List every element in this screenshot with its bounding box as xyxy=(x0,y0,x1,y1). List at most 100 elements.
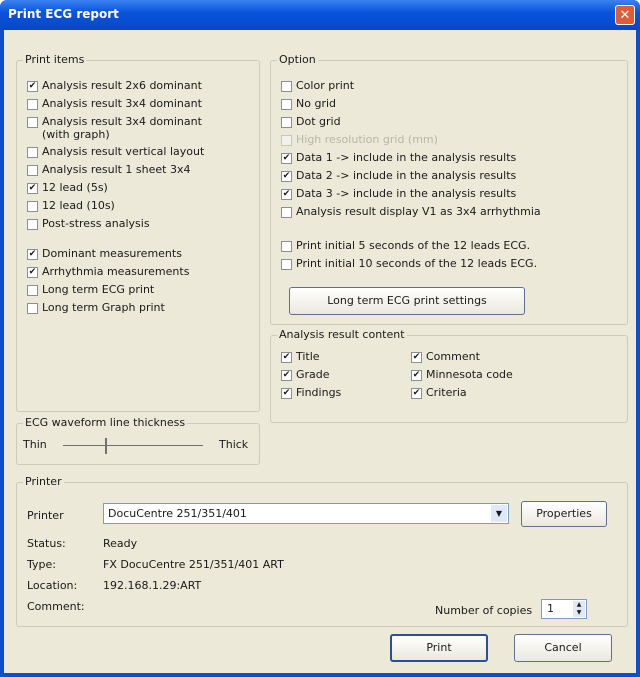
checkbox-box[interactable] xyxy=(281,259,292,270)
print-item-checkbox[interactable]: ✔ Arrhythmia measurements xyxy=(27,265,189,278)
analysis-content-checkbox[interactable]: ✔ Criteria xyxy=(411,386,467,399)
checkbox-box[interactable]: ✔ xyxy=(27,249,38,260)
option-item-checkbox[interactable]: ✔ Data 2 -> include in the analysis resul… xyxy=(281,169,516,182)
option-item-label: High resolution grid (mm) xyxy=(296,133,438,146)
thin-label: Thin xyxy=(23,438,47,451)
checkbox-box[interactable]: ✔ xyxy=(27,267,38,278)
analysis-content-checkbox[interactable]: ✔ Minnesota code xyxy=(411,368,513,381)
analysis-content-checkbox[interactable]: ✔ Comment xyxy=(411,350,480,363)
thickness-group: ECG waveform line thickness Thin Thick xyxy=(16,416,260,465)
checkbox-box[interactable]: ✔ xyxy=(281,388,292,399)
option-item-checkbox: High resolution grid (mm) xyxy=(281,133,438,146)
checkbox-box[interactable] xyxy=(27,99,38,110)
print-item-checkbox[interactable]: Long term Graph print xyxy=(27,301,165,314)
type-value: FX DocuCentre 251/351/401 ART xyxy=(103,558,284,571)
print-item-checkbox[interactable]: Analysis result 3x4 dominant (with graph) xyxy=(27,115,202,141)
checkbox-box[interactable] xyxy=(27,201,38,212)
checkbox-box[interactable]: ✔ xyxy=(281,370,292,381)
checkbox-box[interactable] xyxy=(281,117,292,128)
printer-label: Printer xyxy=(27,509,64,522)
checkbox-box[interactable]: ✔ xyxy=(281,171,292,182)
status-value: Ready xyxy=(103,537,138,550)
printer-legend: Printer xyxy=(23,475,64,488)
option-item-checkbox[interactable]: No grid xyxy=(281,97,336,110)
analysis-content-checkbox[interactable]: ✔ Findings xyxy=(281,386,341,399)
print-item-checkbox[interactable]: ✔ 12 lead (5s) xyxy=(27,181,108,194)
analysis-content-checkbox[interactable]: ✔ Title xyxy=(281,350,320,363)
print-item-label: Post-stress analysis xyxy=(42,217,150,230)
print-item-label: Analysis result 3x4 dominant (with graph) xyxy=(42,115,202,141)
option-item-label: Dot grid xyxy=(296,115,341,128)
dialog-body: Print items ✔ Analysis result 2x6 dominan… xyxy=(4,30,636,673)
option-item-checkbox[interactable]: Print initial 10 seconds of the 12 leads… xyxy=(281,257,537,270)
option-item-checkbox[interactable]: ✔ Data 3 -> include in the analysis resul… xyxy=(281,187,516,200)
print-item-checkbox[interactable]: Analysis result 3x4 dominant xyxy=(27,97,202,110)
option-item-checkbox[interactable]: Dot grid xyxy=(281,115,341,128)
option-item-label: Print initial 10 seconds of the 12 leads… xyxy=(296,257,538,270)
print-item-label: Long term Graph print xyxy=(42,301,165,314)
title-bar[interactable]: Print ECG report ✕ xyxy=(0,0,640,30)
checkbox-box[interactable] xyxy=(27,147,38,158)
print-item-label: Arrhythmia measurements xyxy=(42,265,190,278)
option-item-checkbox[interactable]: Analysis result display V1 as 3x4 arrhyt… xyxy=(281,205,541,218)
analysis-content-group: Analysis result content ✔ Title ✔ Grade ✔ Fin… xyxy=(270,328,628,423)
checkbox-box[interactable] xyxy=(27,285,38,296)
comment-label: Comment: xyxy=(27,600,85,613)
cancel-button[interactable]: Cancel xyxy=(514,634,612,662)
thickness-slider[interactable] xyxy=(63,438,203,454)
checkbox-box[interactable] xyxy=(281,81,292,92)
print-item-checkbox[interactable]: Analysis result vertical layout xyxy=(27,145,204,158)
chevron-down-icon[interactable]: ▼ xyxy=(491,505,507,522)
print-item-checkbox[interactable]: ✔ Analysis result 2x6 dominant xyxy=(27,79,202,92)
print-item-label: Dominant measurements xyxy=(42,247,182,260)
checkbox-box[interactable] xyxy=(281,207,292,218)
option-item-label: Data 1 -> include in the analysis result… xyxy=(296,151,517,164)
option-item-checkbox[interactable]: ✔ Data 1 -> include in the analysis resul… xyxy=(281,151,516,164)
print-item-checkbox[interactable]: Analysis result 1 sheet 3x4 xyxy=(27,163,190,176)
copies-label: Number of copies xyxy=(435,604,533,617)
checkbox-box[interactable]: ✔ xyxy=(281,352,292,363)
checkbox-box[interactable]: ✔ xyxy=(27,183,38,194)
checkbox-box[interactable]: ✔ xyxy=(281,189,292,200)
status-label: Status: xyxy=(27,537,66,550)
copies-value: 1 xyxy=(547,602,554,615)
print-item-label: Analysis result 2x6 dominant xyxy=(42,79,202,92)
checkbox-box[interactable] xyxy=(27,303,38,314)
print-button[interactable]: Print xyxy=(390,634,488,662)
printer-select[interactable]: DocuCentre 251/351/401 ▼ xyxy=(103,503,509,524)
option-item-label: No grid xyxy=(296,97,336,110)
long-term-ecg-settings-button[interactable]: Long term ECG print settings xyxy=(289,287,525,315)
checkbox-box[interactable]: ✔ xyxy=(281,153,292,164)
close-button[interactable]: ✕ xyxy=(615,5,635,25)
spin-down-icon[interactable]: ▼ xyxy=(573,609,585,617)
print-item-checkbox[interactable]: Post-stress analysis xyxy=(27,217,150,230)
print-item-checkbox[interactable]: Long term ECG print xyxy=(27,283,154,296)
print-ecg-dialog: Print ECG report ✕ Print items ✔ Analysis… xyxy=(0,0,640,677)
print-item-label: Analysis result 3x4 dominant xyxy=(42,97,202,110)
print-item-checkbox[interactable]: 12 lead (10s) xyxy=(27,199,115,212)
checkbox-box[interactable]: ✔ xyxy=(411,352,422,363)
analysis-content-checkbox[interactable]: ✔ Grade xyxy=(281,368,330,381)
option-item-label: Color print xyxy=(296,79,355,92)
print-item-checkbox[interactable]: ✔ Dominant measurements xyxy=(27,247,182,260)
location-label: Location: xyxy=(27,579,78,592)
slider-thumb[interactable] xyxy=(105,438,107,454)
checkbox-box[interactable] xyxy=(281,241,292,252)
checkbox-box[interactable] xyxy=(27,165,38,176)
analysis-content-label: Criteria xyxy=(426,386,467,399)
slider-track xyxy=(63,445,203,446)
spin-up-icon[interactable]: ▲ xyxy=(573,601,585,609)
option-item-checkbox[interactable]: Print initial 5 seconds of the 12 leads … xyxy=(281,239,530,252)
checkbox-box[interactable]: ✔ xyxy=(27,81,38,92)
option-item-label: Analysis result display V1 as 3x4 arrhyt… xyxy=(296,205,541,218)
print-items-legend: Print items xyxy=(23,53,87,66)
checkbox-box[interactable] xyxy=(27,117,38,128)
properties-button[interactable]: Properties xyxy=(521,501,607,527)
checkbox-box[interactable]: ✔ xyxy=(411,370,422,381)
option-item-checkbox[interactable]: Color print xyxy=(281,79,354,92)
copies-spinner[interactable]: 1 ▲ ▼ xyxy=(541,599,587,619)
checkbox-box[interactable] xyxy=(27,219,38,230)
checkbox-box xyxy=(281,135,292,146)
checkbox-box[interactable]: ✔ xyxy=(411,388,422,399)
checkbox-box[interactable] xyxy=(281,99,292,110)
